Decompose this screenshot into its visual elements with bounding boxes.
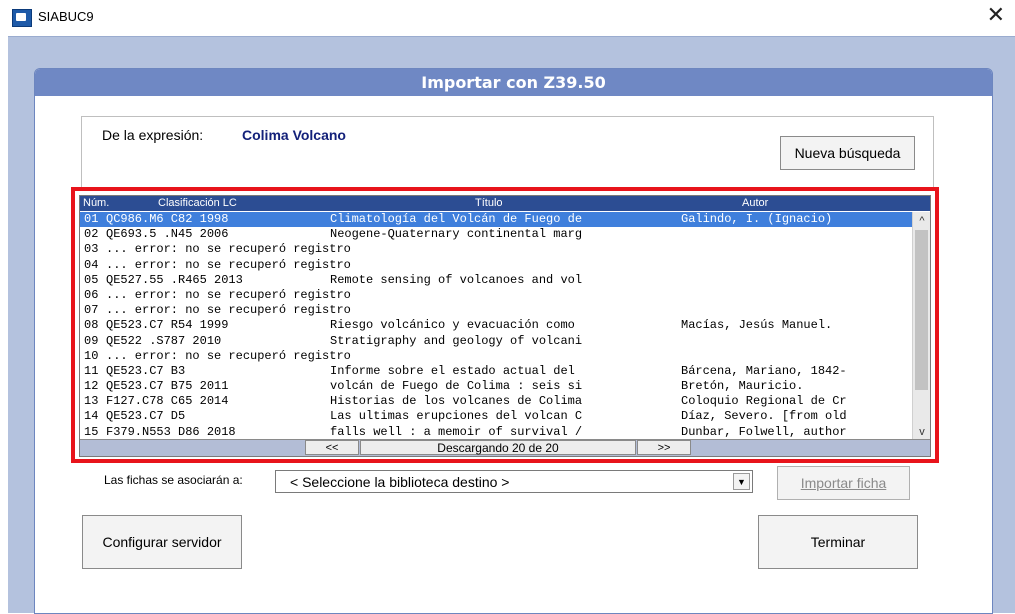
cell-title: Neogene-Quaternary continental marg [330, 227, 583, 242]
cell-num: 13 [84, 394, 99, 409]
cell-num: 11 [84, 363, 99, 378]
cell-num: 12 [84, 379, 99, 394]
import-dialog: Importar con Z39.50 De la expresión: Col… [34, 68, 993, 614]
cell-num: 09 [84, 333, 99, 348]
cell-title: Climatología del Volcán de Fuego de [330, 212, 583, 226]
cell-classification: QE523.C7 B75 2011 [106, 379, 229, 394]
table-row[interactable]: 11 QE523.C7 B3 Informe sobre el estado act… [80, 364, 912, 379]
dialog-title: Importar con Z39.50 [35, 69, 992, 96]
table-row[interactable]: 03 ... error: no se recuperó registro [80, 242, 912, 257]
cell-author: Bretón, Mauricio. [681, 379, 804, 394]
cell-num: 08 [84, 318, 99, 333]
cell-classification: ... error: no se recuperó registro [106, 303, 351, 318]
cell-classification: F379.N553 D86 2018 [106, 424, 236, 439]
list-header: Núm. Clasificación LC Título Autor [80, 196, 930, 211]
column-header-classification[interactable]: Clasificación LC [158, 197, 237, 209]
table-row[interactable]: 10 ... error: no se recuperó registro [80, 349, 912, 364]
table-row[interactable]: 12 QE523.C7 B75 2011 volcán de Fuego de Co… [80, 379, 912, 394]
cell-num: 04 [84, 257, 99, 272]
table-row[interactable]: 06 ... error: no se recuperó registro [80, 288, 912, 303]
finish-label: Terminar [810, 534, 866, 550]
library-label: Las fichas se asociarán a: [104, 473, 243, 487]
cell-author: Coloquio Regional de Cr [681, 394, 847, 409]
configure-server-button[interactable]: Configurar servidor [82, 515, 242, 569]
cell-num: 15 [84, 424, 99, 439]
cell-classification: QE527.55 .R465 2013 [106, 272, 243, 287]
cell-classification: ... error: no se recuperó registro [106, 257, 351, 272]
configure-server-label: Configurar servidor [102, 534, 222, 550]
cell-title: volcán de Fuego de Colima : seis si [330, 379, 583, 394]
cell-title: Historias de los volcanes de Colima [330, 394, 583, 409]
cell-title: Stratigraphy and geology of volcani [330, 333, 583, 348]
cell-num: 05 [84, 272, 99, 287]
cell-num: 06 [84, 287, 99, 302]
table-row[interactable]: 15 F379.N553 D86 2018 falls well : a memoi… [80, 425, 912, 440]
vertical-scrollbar[interactable]: ^ v [912, 212, 930, 440]
table-row[interactable]: 14 QE523.C7 D5 Las ultimas erupciones del … [80, 409, 912, 424]
cell-classification: QE522 .S787 2010 [106, 333, 222, 348]
scroll-up-icon[interactable]: ^ [913, 214, 931, 228]
results-list[interactable]: Núm. Clasificación LC Título Autor 01 QC9… [79, 195, 931, 457]
finish-button[interactable]: Terminar [758, 515, 918, 569]
list-footer: << Descargando 20 de 20 >> [80, 439, 930, 456]
cell-classification: ... error: no se recuperó registro [106, 287, 351, 302]
cell-author: Díaz, Severo. [from old [681, 409, 847, 424]
close-icon[interactable]: ✕ [987, 4, 1005, 26]
expression-label: De la expresión: [102, 127, 204, 143]
cell-title: Las ultimas erupciones del volcan C [330, 409, 583, 424]
next-page-button[interactable]: >> [637, 440, 691, 455]
chevron-down-icon[interactable]: ▼ [733, 473, 750, 490]
table-row[interactable]: 05 QE527.55 .R465 2013 Remote sensing of v… [80, 273, 912, 288]
cell-classification: QE523.C7 B3 [106, 363, 186, 378]
cell-title: Riesgo volcánico y evacuación como [330, 318, 575, 333]
cell-author: Bárcena, Mariano, 1842- [681, 363, 847, 378]
new-search-button[interactable]: Nueva búsqueda [780, 136, 915, 170]
expression-value: Colima Volcano [242, 127, 346, 143]
import-record-button[interactable]: Importar ficha [777, 466, 910, 500]
cell-num: 14 [84, 409, 99, 424]
cell-num: 01 [84, 212, 99, 226]
column-header-author[interactable]: Autor [742, 197, 768, 209]
cell-num: 03 [84, 242, 99, 257]
expression-panel: De la expresión: Colima Volcano Nueva bú… [81, 116, 934, 190]
cell-author: Macías, Jesús Manuel. [681, 318, 833, 333]
column-header-title[interactable]: Título [475, 197, 503, 209]
table-row[interactable]: 04 ... error: no se recuperó registro [80, 258, 912, 273]
window-title: SIABUC9 [38, 9, 94, 24]
list-rows: 01 QC986.M6 C82 1998 Climatología del Volc… [80, 212, 912, 440]
cell-title: Informe sobre el estado actual del [330, 363, 575, 378]
cell-classification: QE523.C7 R54 1999 [106, 318, 229, 333]
window-titlebar: SIABUC9 ✕ [0, 0, 1015, 36]
library-select-value: < Seleccione la biblioteca destino > [290, 474, 510, 490]
cell-classification: ... error: no se recuperó registro [106, 242, 351, 257]
app-icon [12, 9, 32, 27]
table-row[interactable]: 13 F127.C78 C65 2014 Historias de los volc… [80, 394, 912, 409]
cell-title: falls well : a memoir of survival / [330, 424, 583, 439]
table-row[interactable]: 08 QE523.C7 R54 1999 Riesgo volcánico y ev… [80, 318, 912, 333]
previous-page-button[interactable]: << [305, 440, 359, 455]
scrollbar-thumb[interactable] [915, 230, 928, 390]
scroll-down-icon[interactable]: v [913, 425, 931, 439]
cell-num: 10 [84, 348, 99, 363]
cell-classification: ... error: no se recuperó registro [106, 348, 351, 363]
table-row[interactable]: 01 QC986.M6 C82 1998 Climatología del Volc… [80, 212, 912, 228]
cell-author: Galindo, I. (Ignacio) [681, 212, 833, 226]
table-row[interactable]: 09 QE522 .S787 2010 Stratigraphy and geolo… [80, 334, 912, 349]
table-row[interactable]: 07 ... error: no se recuperó registro [80, 303, 912, 318]
table-row[interactable]: 02 QE693.5 .N45 2006 Neogene-Quaternary co… [80, 227, 912, 242]
cell-num: 07 [84, 303, 99, 318]
library-select[interactable]: < Seleccione la biblioteca destino > ▼ [275, 470, 753, 493]
cell-classification: QC986.M6 C82 1998 [106, 212, 229, 226]
cell-classification: QE523.C7 D5 [106, 409, 186, 424]
cell-classification: F127.C78 C65 2014 [106, 394, 229, 409]
import-record-label: Importar ficha [800, 475, 887, 491]
cell-classification: QE693.5 .N45 2006 [106, 227, 229, 242]
cell-title: Remote sensing of volcanoes and vol [330, 272, 583, 287]
download-status: Descargando 20 de 20 [360, 440, 636, 455]
cell-author: Dunbar, Folwell, author [681, 424, 847, 439]
column-header-num[interactable]: Núm. [83, 197, 109, 209]
cell-num: 02 [84, 227, 99, 242]
